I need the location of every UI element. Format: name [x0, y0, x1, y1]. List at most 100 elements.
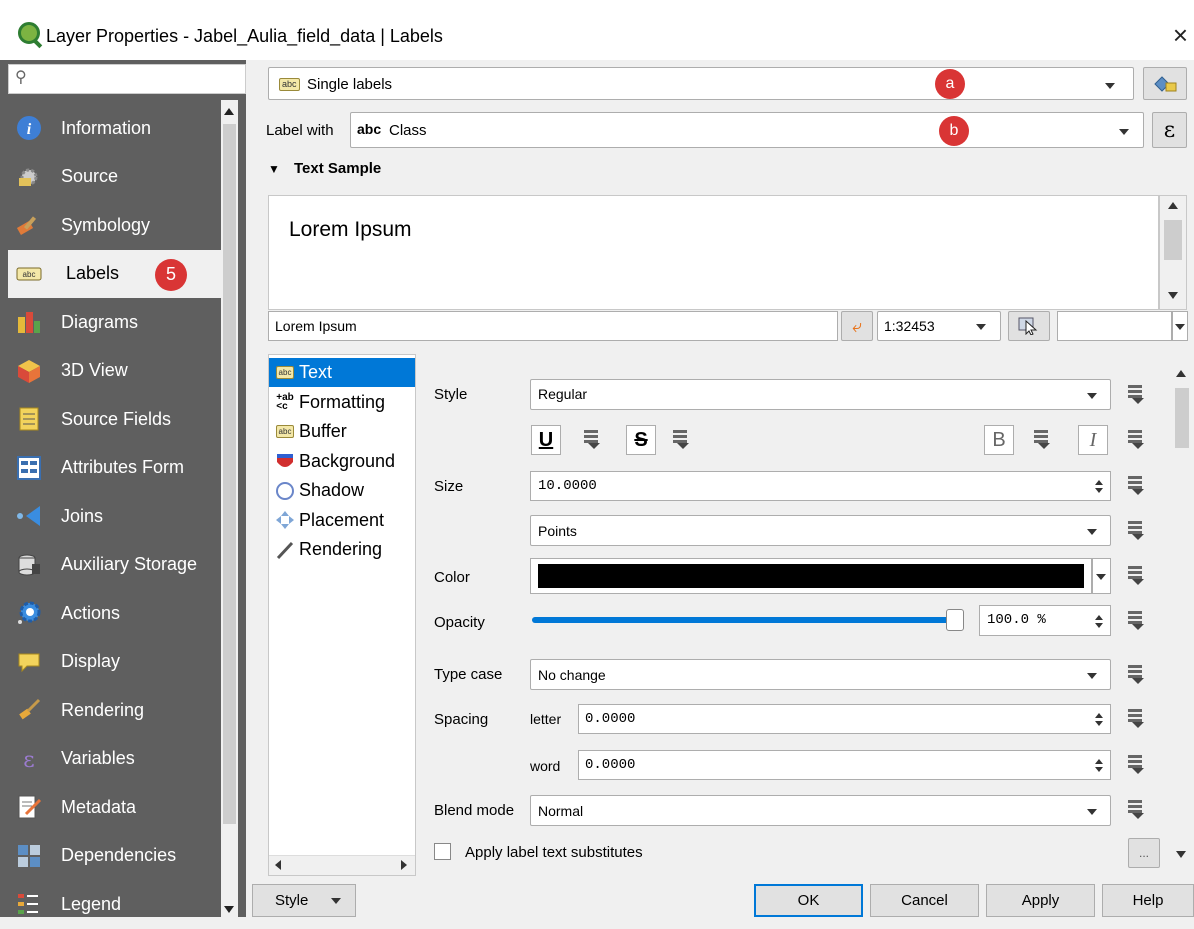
opacity-input[interactable]: 100.0 % — [979, 605, 1111, 636]
apply-substitutes-label: Apply label text substitutes — [465, 844, 643, 861]
letter-spacing-input[interactable]: 0.0000 — [578, 704, 1111, 734]
letter-spacing-spinner[interactable] — [1089, 707, 1109, 731]
sidebar-item-auxiliary-storage[interactable]: Auxiliary Storage — [8, 541, 221, 590]
background-color-combo[interactable] — [1057, 311, 1172, 341]
sidebar-item-source[interactable]: Source — [8, 153, 221, 202]
blend-mode-combo[interactable]: Normal — [530, 795, 1111, 826]
data-defined-override-icon[interactable] — [673, 430, 691, 450]
label-mode-combo[interactable]: abc Single labels a — [268, 67, 1134, 100]
opacity-label: Opacity — [434, 614, 485, 631]
sidebar-item-attributes-form[interactable]: Attributes Form — [8, 444, 221, 493]
data-defined-override-icon[interactable] — [1128, 709, 1146, 729]
source-icon — [16, 164, 42, 190]
tree-item-shadow[interactable]: Shadow — [269, 476, 415, 505]
tree-item-formatting[interactable]: +ab <c Formatting — [269, 388, 415, 417]
text-sample-header[interactable]: Text Sample — [294, 160, 381, 177]
data-defined-override-icon[interactable] — [1034, 430, 1052, 450]
sidebar-item-variables[interactable]: ε Variables — [8, 735, 221, 784]
background-color-dropdown[interactable] — [1172, 311, 1188, 341]
sidebar-item-actions[interactable]: Actions — [8, 589, 221, 638]
pick-scale-button[interactable] — [1008, 311, 1050, 341]
scale-combo[interactable]: 1:32453 — [877, 311, 1001, 341]
sidebar-item-joins[interactable]: Joins — [8, 492, 221, 541]
ok-button[interactable]: OK — [754, 884, 863, 917]
sidebar-item-label: Metadata — [61, 796, 137, 817]
sidebar-item-rendering[interactable]: Rendering — [8, 686, 221, 735]
scroll-up-icon[interactable] — [1168, 202, 1178, 209]
sidebar-item-information[interactable]: i Information — [8, 104, 221, 153]
scroll-down-icon[interactable] — [224, 906, 234, 913]
data-defined-override-icon[interactable] — [1128, 665, 1146, 685]
scroll-down-icon[interactable] — [1176, 851, 1186, 858]
help-button[interactable]: Help — [1102, 884, 1194, 917]
scroll-up-icon[interactable] — [224, 108, 234, 115]
tree-item-placement[interactable]: Placement — [269, 506, 415, 535]
data-defined-override-icon[interactable] — [1128, 476, 1146, 496]
bold-button[interactable]: B — [984, 425, 1014, 455]
data-defined-override-icon[interactable] — [1128, 611, 1146, 631]
sidebar-item-source-fields[interactable]: Source Fields — [8, 395, 221, 444]
data-defined-override-icon[interactable] — [1128, 755, 1146, 775]
tree-item-text[interactable]: abc Text — [269, 358, 415, 387]
sidebar-item-diagrams[interactable]: Diagrams — [8, 298, 221, 347]
sidebar-item-symbology[interactable]: Symbology — [8, 201, 221, 250]
size-spinner[interactable] — [1089, 474, 1109, 498]
scroll-down-icon[interactable] — [1168, 292, 1178, 299]
italic-button[interactable]: I — [1078, 425, 1108, 455]
data-defined-override-icon[interactable] — [584, 430, 602, 450]
sidebar-search-input[interactable]: ⚲ — [8, 64, 246, 94]
font-style-combo[interactable]: Regular — [530, 379, 1111, 410]
tree-item-buffer[interactable]: abc Buffer — [269, 417, 415, 446]
collapse-triangle-icon[interactable]: ▼ — [268, 162, 280, 176]
sidebar-item-dependencies[interactable]: Dependencies — [8, 832, 221, 881]
strikeout-button[interactable]: S — [626, 425, 656, 455]
data-defined-override-icon[interactable] — [1128, 800, 1146, 820]
opacity-slider-handle[interactable] — [946, 609, 964, 631]
label-field-combo[interactable]: abc Class b — [350, 112, 1144, 148]
scrollbar-thumb[interactable] — [223, 124, 236, 824]
settings-scrollbar[interactable] — [1172, 354, 1190, 874]
tree-item-rendering[interactable]: Rendering — [269, 535, 415, 564]
data-defined-override-icon[interactable] — [1128, 385, 1146, 405]
close-button[interactable]: × — [1173, 20, 1188, 51]
size-unit-combo[interactable]: Points — [530, 515, 1111, 546]
sidebar-scrollbar[interactable] — [221, 100, 238, 917]
word-spacing-input[interactable]: 0.0000 — [578, 750, 1111, 780]
rule-based-labels-button[interactable] — [1143, 67, 1187, 100]
blend-mode-label: Blend mode — [434, 802, 515, 819]
color-dropdown[interactable] — [1092, 558, 1111, 594]
opacity-slider[interactable] — [532, 609, 964, 631]
sidebar-item-legend[interactable]: Legend — [8, 880, 221, 929]
scrollbar-thumb[interactable] — [1175, 388, 1189, 448]
cancel-button[interactable]: Cancel — [870, 884, 979, 917]
font-size-input[interactable]: 10.0000 — [530, 471, 1111, 501]
type-case-combo[interactable]: No change — [530, 659, 1111, 690]
word-spacing-spinner[interactable] — [1089, 753, 1109, 777]
scroll-up-icon[interactable] — [1176, 370, 1186, 377]
substitutes-config-button[interactable]: ... — [1128, 838, 1160, 868]
reset-sample-button[interactable]: ⤶ — [841, 311, 873, 341]
opacity-spinner[interactable] — [1089, 609, 1109, 633]
label-mode-value: Single labels — [307, 76, 393, 93]
expression-button[interactable]: ε — [1152, 112, 1187, 148]
scroll-right-icon[interactable] — [401, 860, 407, 870]
scrollbar-thumb[interactable] — [1164, 220, 1182, 260]
word-spacing-value: 0.0000 — [585, 757, 636, 773]
sidebar-item-3d-view[interactable]: 3D View — [8, 347, 221, 396]
underline-button[interactable]: U — [531, 425, 561, 455]
data-defined-override-icon[interactable] — [1128, 521, 1146, 541]
apply-button[interactable]: Apply — [986, 884, 1095, 917]
scroll-left-icon[interactable] — [275, 860, 281, 870]
sidebar-item-display[interactable]: Display — [8, 638, 221, 687]
color-button[interactable] — [530, 558, 1092, 594]
tree-item-background[interactable]: Background — [269, 447, 415, 476]
apply-substitutes-checkbox[interactable] — [434, 843, 451, 860]
data-defined-override-icon[interactable] — [1128, 566, 1146, 586]
style-menu-button[interactable]: Style — [252, 884, 356, 917]
tree-hscrollbar[interactable] — [269, 855, 415, 875]
data-defined-override-icon[interactable] — [1128, 430, 1146, 450]
sidebar-item-labels[interactable]: abc Labels 5 — [8, 249, 221, 298]
preview-scrollbar[interactable] — [1159, 195, 1187, 310]
sample-text-input[interactable]: Lorem Ipsum — [268, 311, 838, 341]
sidebar-item-metadata[interactable]: Metadata — [8, 783, 221, 832]
